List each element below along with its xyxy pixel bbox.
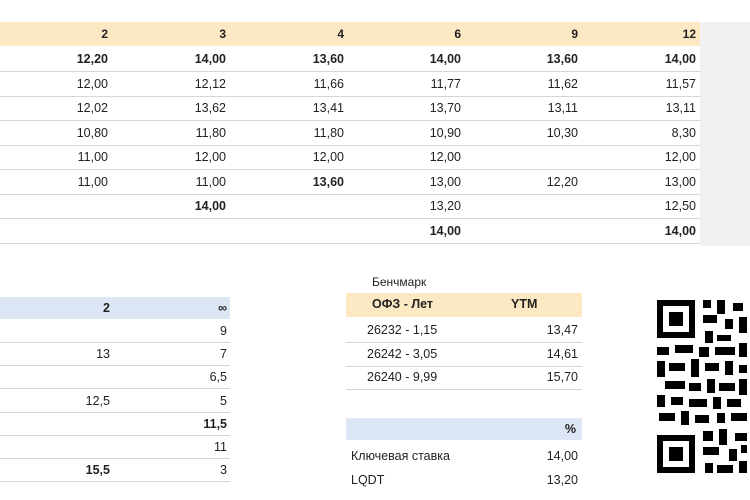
benchmark-title: Бенчмарк [372, 275, 427, 289]
top-table-row: 11,00 11,00 13,60 13,00 12,20 13,00 [0, 170, 700, 195]
rate-label: Ключевая ставка [351, 449, 450, 463]
qr-code-icon [655, 295, 750, 480]
top-table-cell: 12,00 [429, 150, 461, 164]
top-table-cell: 11,80 [195, 125, 226, 140]
top-header-cell: 12 [682, 27, 696, 41]
bottom-left-row: 9 [0, 320, 230, 343]
top-table-cell: 12,00 [664, 150, 696, 164]
top-table-cell: 11,62 [547, 76, 578, 91]
bottom-left-cell: 9 [220, 324, 227, 338]
top-table-cell: 14,00 [194, 52, 226, 66]
bottom-left-cell: 5 [220, 393, 227, 408]
top-table-cell: 13,00 [664, 174, 696, 189]
top-table-row: 12,00 12,12 11,66 11,77 11,62 11,57 [0, 72, 700, 97]
top-table-cell: 13,11 [547, 101, 578, 115]
top-table-cell: 11,00 [77, 174, 108, 189]
top-table-row: 11,00 12,00 12,00 12,00 12,00 [0, 145, 700, 170]
bottom-left-row: 13 7 [0, 343, 230, 367]
rate-label: LQDT [351, 473, 385, 487]
top-table-cell: 13,20 [429, 199, 461, 213]
bottom-left-cell: 6,5 [209, 370, 227, 385]
top-header-cell: 6 [454, 27, 461, 41]
top-table-cell: 13,11 [665, 101, 696, 115]
top-table-cell: 12,20 [546, 174, 578, 189]
top-table-cell: 10,90 [429, 125, 461, 140]
rate-row: LQDT 13,20 [346, 469, 582, 492]
top-table-cell: 11,00 [195, 174, 226, 189]
benchmark-header: ОФЗ - Лет YTM [346, 293, 582, 317]
top-table-cell: 13,41 [312, 101, 344, 115]
bottom-left-cell: 12,5 [85, 393, 110, 408]
bottom-left-cell: 13 [96, 347, 110, 362]
top-table-cell: 12,00 [194, 150, 226, 164]
bottom-left-cell: 11,5 [203, 416, 227, 431]
top-table-row: 14,00 13,20 12,50 [0, 194, 700, 219]
top-table-cell: 14,00 [429, 52, 461, 66]
bottom-left-cell: 15,5 [85, 463, 110, 478]
top-table-cell: 13,60 [546, 52, 578, 66]
bottom-left-row: 6,5 [0, 366, 230, 390]
bottom-left-cell: 11 [214, 440, 227, 454]
top-table-cell: 14,00 [664, 223, 696, 238]
top-table-row: 14,00 14,00 [0, 219, 700, 244]
top-table-row: 12,20 14,00 13,60 14,00 13,60 14,00 [0, 47, 700, 72]
top-table-cell: 11,77 [430, 76, 461, 91]
top-table-cell: 13,60 [312, 174, 344, 189]
top-header-cell: 3 [219, 27, 226, 41]
scroll-strip [700, 22, 750, 246]
rates-header-percent: % [564, 422, 576, 436]
benchmark-row: 26240 - 9,99 15,70 [346, 366, 582, 390]
top-table-cell: 13,00 [429, 174, 461, 189]
top-header-cell: 4 [337, 27, 344, 41]
top-header-cell: 9 [571, 27, 578, 41]
top-table-row: 10,80 11,80 11,80 10,90 10,30 8,30 [0, 121, 700, 146]
top-table-cell: 12,12 [194, 76, 226, 91]
top-header-cell: 2 [101, 27, 108, 41]
top-table-cell: 12,20 [76, 52, 108, 66]
benchmark-bond: 26240 - 9,99 [367, 370, 438, 384]
top-table-cell: 12,00 [312, 150, 344, 164]
top-table-header: 2 3 4 6 9 12 [0, 22, 700, 46]
bottom-left-row: 12,5 5 [0, 390, 230, 413]
benchmark-ytm: 13,47 [546, 323, 578, 337]
rate-row: Ключевая ставка 14,00 [346, 445, 582, 468]
top-table-cell: 14,00 [429, 223, 461, 238]
bottom-left-row: 11,5 [0, 413, 230, 436]
top-table-cell: 13,60 [312, 52, 344, 66]
benchmark-ytm: 14,61 [546, 346, 578, 361]
bottom-left-cell: 3 [220, 463, 227, 478]
rate-value: 13,20 [546, 473, 578, 487]
benchmark-header-ytm: YTM [511, 297, 538, 311]
top-table-cell: 12,00 [76, 76, 108, 91]
top-table-cell: 11,00 [77, 150, 108, 164]
bottom-left-row: 11 [0, 436, 230, 459]
rates-header: % [346, 418, 582, 440]
top-table-cell: 14,00 [664, 52, 696, 66]
top-table-cell: 10,80 [76, 125, 108, 140]
top-table-cell: 12,02 [76, 101, 108, 115]
benchmark-row: 26242 - 3,05 14,61 [346, 343, 582, 367]
benchmark-bond: 26242 - 3,05 [367, 346, 438, 361]
benchmark-header-bond: ОФЗ - Лет [372, 297, 434, 311]
bottom-left-row: 15,5 3 [0, 459, 230, 483]
top-table-cell: 13,62 [194, 101, 226, 115]
rate-value: 14,00 [546, 449, 578, 463]
benchmark-ytm: 15,70 [546, 370, 578, 384]
bottom-left-header-cell: 2 [103, 301, 110, 315]
top-table-cell: 11,80 [313, 125, 344, 140]
bottom-left-cell: 7 [220, 347, 227, 362]
top-table-cell: 10,30 [546, 125, 578, 140]
top-table-cell: 13,70 [429, 101, 461, 115]
top-table-cell: 11,66 [313, 76, 344, 91]
bottom-left-header-cell: ∞ [218, 301, 227, 315]
top-table-cell: 12,50 [664, 199, 696, 213]
top-table-cell: 14,00 [194, 199, 226, 213]
benchmark-row: 26232 - 1,15 13,47 [346, 319, 582, 343]
top-table-row: 12,02 13,62 13,41 13,70 13,11 13,11 [0, 96, 700, 121]
top-table-cell: 8,30 [671, 125, 696, 140]
top-table-cell: 11,57 [665, 76, 696, 91]
benchmark-bond: 26232 - 1,15 [367, 323, 438, 337]
bottom-left-table-header: 2 ∞ [0, 297, 230, 319]
